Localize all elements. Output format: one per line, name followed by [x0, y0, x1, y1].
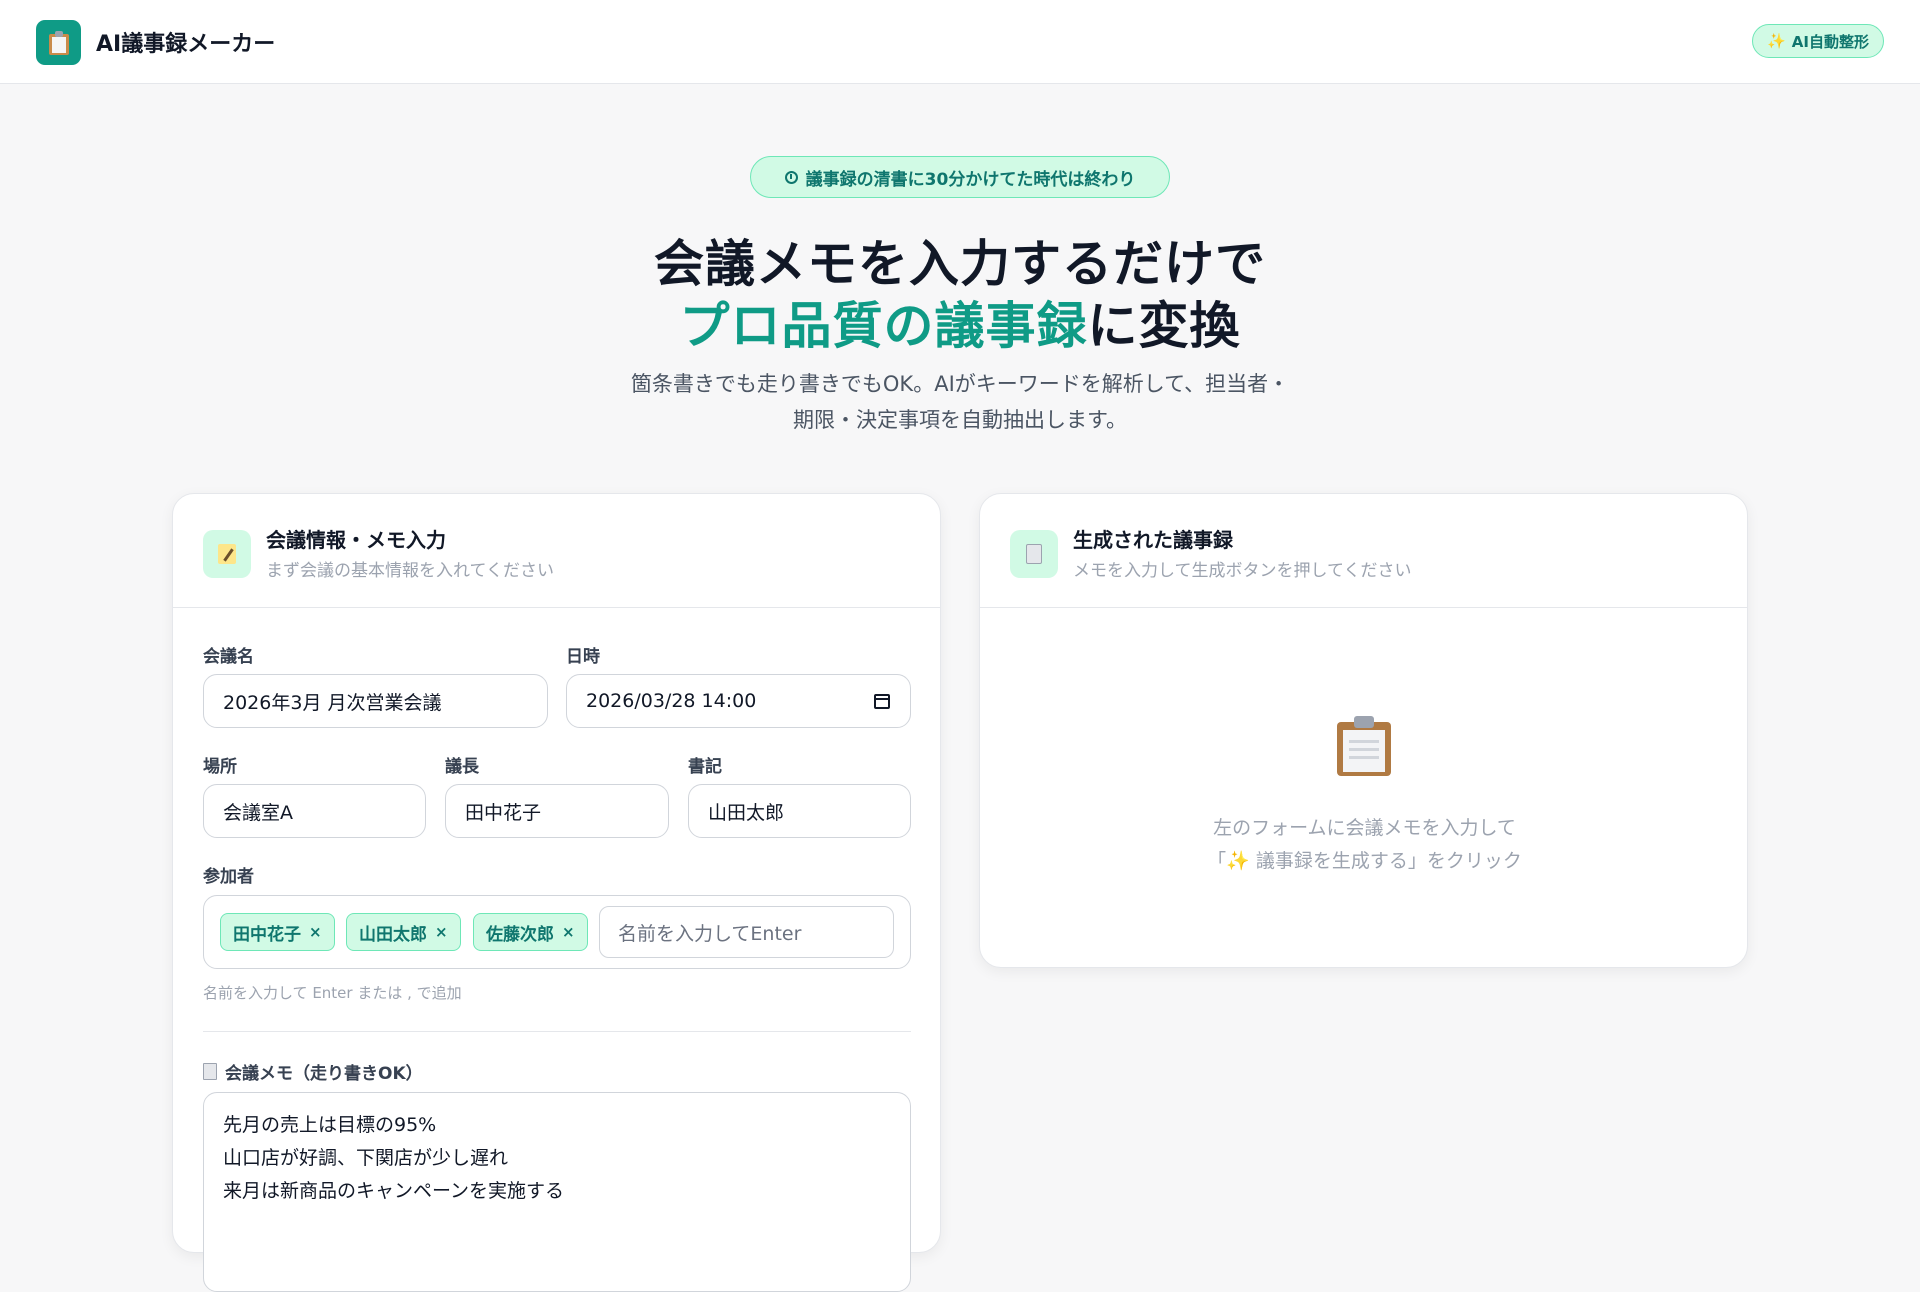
- location-label: 場所: [203, 757, 237, 777]
- app-logo: [36, 20, 81, 65]
- participant-name: 佐藤次郎: [486, 924, 554, 945]
- document-icon: [203, 1063, 217, 1080]
- generated-minutes-card: 生成された議事録 メモを入力して生成ボタンを押してください 左のフォームに会議メ…: [979, 493, 1748, 968]
- output-card-title: 生成された議事録: [1073, 528, 1233, 552]
- remove-participant-icon[interactable]: ×: [435, 923, 448, 941]
- datetime-input[interactable]: 2026/03/28 14:00: [566, 674, 911, 728]
- secretary-input[interactable]: 山田太郎: [688, 784, 911, 838]
- meeting-name-input[interactable]: 2026年3月 月次営業会議: [203, 674, 548, 728]
- hero-subtitle-line2: 期限・決定事項を自動抽出します。: [793, 408, 1127, 432]
- top-bar: AI議事録メーカー ✨ AI自動整形: [0, 0, 1920, 84]
- participant-tag: 田中花子 ×: [220, 913, 335, 951]
- empty-state-line1: 左のフォームに会議メモを入力して: [1213, 817, 1516, 839]
- meeting-name-label: 会議名: [203, 647, 254, 667]
- meeting-memo-textarea[interactable]: 先月の売上は目標の95% 山口店が好調、下関店が少し遅れ 来月は新商品のキャンペ…: [203, 1092, 911, 1292]
- hero-heading-line2: プロ品質の議事録に変換: [0, 286, 1920, 358]
- chair-input[interactable]: 田中花子: [445, 784, 669, 838]
- participant-name: 山田太郎: [359, 924, 427, 945]
- chair-label: 議長: [445, 757, 479, 777]
- clipboard-icon: [1337, 716, 1391, 776]
- participant-tag: 山田太郎 ×: [346, 913, 461, 951]
- datetime-label: 日時: [566, 647, 600, 667]
- ai-badge-label: AI自動整形: [1791, 32, 1869, 51]
- participant-name: 田中花子: [233, 924, 301, 945]
- memo-line: 来月は新商品のキャンペーンを実施する: [223, 1180, 565, 1202]
- output-card-header: 生成された議事録 メモを入力して生成ボタンを押してください: [980, 494, 1747, 608]
- memo-label: 会議メモ（走り書きOK）: [203, 1059, 423, 1084]
- hero-pill: 議事録の清書に30分かけてた時代は終わり: [750, 156, 1170, 198]
- app-title: AI議事録メーカー: [96, 32, 276, 57]
- output-card-subtitle: メモを入力して生成ボタンを押してください: [1073, 561, 1412, 581]
- participant-name-input[interactable]: 名前を入力してEnter: [599, 906, 894, 958]
- datetime-value: 2026/03/28 14:00: [586, 690, 757, 712]
- calendar-icon[interactable]: [874, 694, 890, 709]
- memo-label-text: 会議メモ（走り書きOK）: [225, 1064, 423, 1084]
- participants-label: 参加者: [203, 867, 254, 887]
- empty-state-line2: 「✨ 議事録を生成する」をクリック: [1207, 850, 1522, 872]
- hero-heading-rest: に変換: [1087, 297, 1241, 355]
- participant-tag: 佐藤次郎 ×: [473, 913, 588, 951]
- ai-auto-format-badge: ✨ AI自動整形: [1752, 24, 1884, 58]
- memo-icon: [203, 530, 251, 578]
- clipboard-icon: [48, 30, 69, 55]
- hero-heading-accent: プロ品質の議事録: [679, 297, 1088, 355]
- document-icon: [1010, 530, 1058, 578]
- participants-hint: 名前を入力して Enter または , で追加: [203, 984, 462, 1002]
- stopwatch-icon: [784, 170, 798, 184]
- location-input[interactable]: 会議室A: [203, 784, 426, 838]
- hero-pill-text: 議事録の清書に30分かけてた時代は終わり: [805, 169, 1136, 190]
- sparkle-icon: ✨: [1767, 32, 1786, 50]
- empty-state-message: 左のフォームに会議メモを入力して 「✨ 議事録を生成する」をクリック: [980, 812, 1749, 878]
- hero-subtitle: 箇条書きでも走り書きでもOK。AIがキーワードを解析して、担当者・ 期限・決定事…: [560, 366, 1360, 438]
- input-card-header: 会議情報・メモ入力 まず会議の基本情報を入れてください: [173, 494, 940, 608]
- memo-line: 先月の売上は目標の95%: [223, 1114, 437, 1136]
- input-card-title: 会議情報・メモ入力: [266, 528, 446, 552]
- remove-participant-icon[interactable]: ×: [562, 923, 575, 941]
- divider: [203, 1031, 911, 1032]
- hero-subtitle-line1: 箇条書きでも走り書きでもOK。AIがキーワードを解析して、担当者・: [630, 372, 1290, 396]
- remove-participant-icon[interactable]: ×: [309, 923, 322, 941]
- memo-line: 山口店が好調、下関店が少し遅れ: [223, 1147, 509, 1169]
- secretary-label: 書記: [688, 757, 722, 777]
- participants-field[interactable]: 田中花子 × 山田太郎 × 佐藤次郎 × 名前を入力してEnter: [203, 895, 911, 969]
- meeting-input-card: 会議情報・メモ入力 まず会議の基本情報を入れてください 会議名 2026年3月 …: [172, 493, 941, 1292]
- input-card-subtitle: まず会議の基本情報を入れてください: [266, 561, 554, 581]
